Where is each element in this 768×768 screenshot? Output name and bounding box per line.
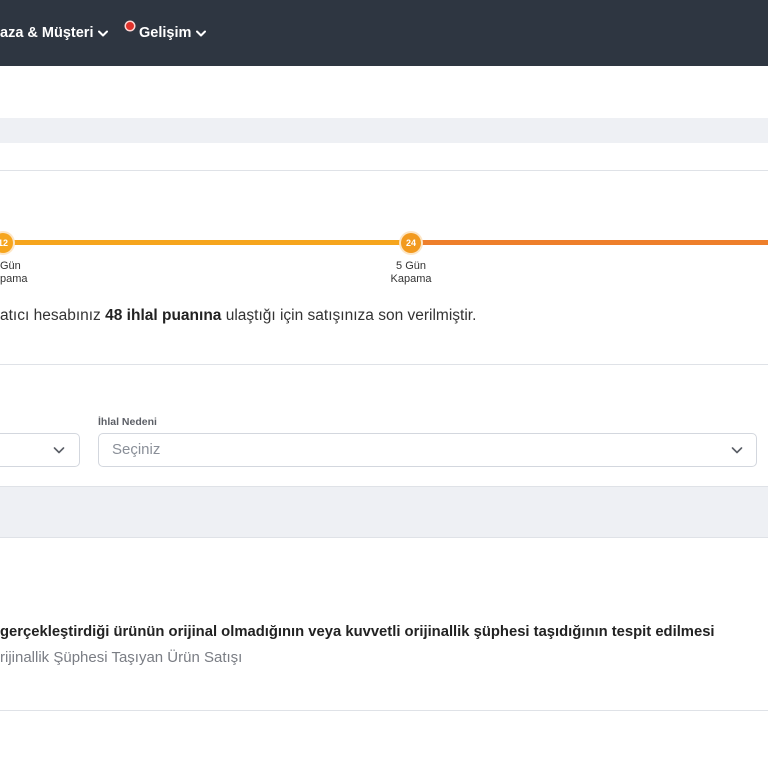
section-divider: [0, 537, 768, 538]
violation-reason-label: İhlal Nedeni: [98, 416, 157, 428]
violation-reason-select[interactable]: Seçiniz: [98, 433, 757, 467]
penalty-message: atıcı hesabınız 48 ihlal puanına ulaştığ…: [0, 307, 476, 325]
step-label-line: Kapama: [390, 273, 432, 285]
row-divider: [0, 710, 768, 711]
nav-item-development[interactable]: Gelişim: [126, 0, 207, 66]
filter-select[interactable]: [0, 433, 80, 467]
violation-reason: rijinallik Şüphesi Taşıyan Ürün Satışı: [0, 649, 243, 666]
message-highlight: 48 ihlal puanına: [105, 307, 222, 324]
step-circle: 12: [0, 233, 13, 253]
progress-step-second: 24: [401, 233, 421, 253]
section-band: [0, 118, 768, 143]
step-label-line: 5 Gün: [396, 260, 426, 272]
nav-item-label: Gelişim: [139, 25, 192, 41]
progress-step-first: 12: [0, 230, 20, 256]
nav-item-label: aza & Müşteri: [0, 25, 94, 41]
chevron-down-icon: [196, 30, 207, 37]
step-label: 5 Gün Kapama: [371, 260, 451, 286]
nav-item-store-customer[interactable]: aza & Müşteri: [0, 0, 109, 66]
chevron-down-icon: [731, 447, 743, 454]
table-header-band: [0, 487, 768, 537]
section-divider: [0, 170, 768, 171]
step-label-line: pama: [0, 273, 28, 285]
violation-description: gerçekleştirdiği ürünün orijinal olmadığ…: [0, 624, 715, 640]
select-placeholder: Seçiniz: [112, 441, 161, 458]
section-divider: [0, 364, 768, 365]
progress-segment-second: [411, 240, 768, 245]
chevron-down-icon: [98, 30, 109, 37]
step-points: 12: [0, 238, 8, 248]
progress-segment-first: [0, 240, 411, 245]
step-label: Gün pama: [0, 260, 28, 286]
top-nav-bar: aza & Müşteri Gelişim: [0, 0, 768, 66]
chevron-down-icon: [53, 447, 65, 454]
notification-dot: [126, 22, 134, 30]
step-points: 24: [405, 238, 416, 248]
step-label-line: Gün: [0, 260, 21, 272]
message-text: atıcı hesabınız: [0, 307, 106, 324]
message-text: ulaştığı için satışınıza son verilmiştir…: [221, 307, 477, 324]
